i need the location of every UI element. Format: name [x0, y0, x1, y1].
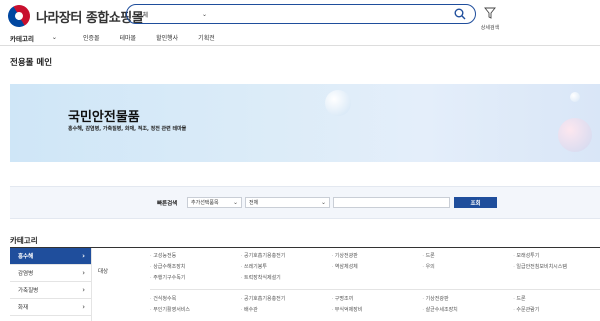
subcategory-link[interactable]: 수문관람기: [513, 306, 600, 313]
site-header: 나라장터 종합쇼핑몰 전체 ⌄ 상세검색: [0, 0, 600, 32]
decorative-bubble: [558, 118, 592, 152]
sidebar-item-more[interactable]: ›: [10, 316, 92, 321]
item-type-value: 추가선택품목: [191, 200, 219, 206]
subcategory-link[interactable]: 우의: [422, 263, 509, 270]
sidebar-item-label: 가축질병: [18, 288, 39, 294]
subcategory-panel: 고성능전등 공기호흡기용충전기 기상전광판 드론 모래성투기 상급수해조장치 쓰…: [150, 252, 600, 313]
search-bar: 전체 ⌄: [126, 4, 476, 24]
sidebar-item-label: 감염병: [18, 271, 34, 277]
nav-link-discount[interactable]: 할인행사: [156, 33, 178, 42]
major-category-label: 대상: [98, 269, 109, 275]
search-input[interactable]: [213, 6, 451, 22]
page-title: 전용몰 메인: [10, 58, 53, 68]
subcategory-link[interactable]: 기상전광판: [332, 252, 419, 259]
subcategory-link[interactable]: 무인기활영서비스: [150, 306, 237, 313]
detail-search-button[interactable]: 상세검색: [478, 4, 502, 31]
quick-search-panel: 빠른검색 추가선택품목 ⌄ 전체 ⌄ 조회: [10, 186, 600, 219]
quick-search-input[interactable]: [333, 197, 450, 208]
sidebar-item-infection[interactable]: 감염병 ›: [10, 265, 92, 282]
sidebar-item-flood[interactable]: 홍수해 ›: [10, 248, 92, 265]
hero-banner: 국민안전물품 홍수해, 감염병, 가축질병, 화재, 적조, 정전 관련 테마몰: [10, 84, 600, 162]
subcategory-link[interactable]: 상급수해조장치: [150, 263, 237, 270]
sidebar-item-label: 화재: [18, 305, 29, 311]
nav-link-certified[interactable]: 인증몰: [83, 33, 100, 42]
subcategory-link[interactable]: 쓰레기봉투: [241, 263, 328, 270]
subcategory-link[interactable]: 건식청수목: [150, 295, 237, 302]
quick-search-button[interactable]: 조회: [454, 197, 497, 208]
subcategory-link[interactable]: 기상전광판: [422, 295, 509, 302]
category-sidebar: 홍수해 › 감염병 › 가축질병 › 화재 › ›: [10, 248, 92, 321]
chevron-down-icon: ⌄: [232, 199, 238, 206]
subcategory-link[interactable]: 일급안전침보비치시스템: [513, 263, 600, 270]
subcategory-group-2: 건식청수목 공기호흡기용충전기 구명조끼 기상전광판 드론 무인기활영서비스 배…: [150, 295, 600, 313]
subcategory-group-1: 고성능전등 공기호흡기용충전기 기상전광판 드론 모래성투기 상급수해조장치 쓰…: [150, 252, 600, 281]
chevron-down-icon: ⌄: [320, 199, 326, 206]
main-nav: 카테고리 ⌄ 인증몰 테마몰 할인행사 기획전: [0, 30, 600, 46]
search-scope-select[interactable]: 전체 ⌄: [137, 10, 207, 19]
decorative-bubble: [570, 92, 580, 102]
subcategory-link[interactable]: 공기호흡기용충전기: [241, 252, 328, 259]
divider: [150, 289, 600, 290]
search-scope-value: 전체: [137, 11, 149, 19]
category-menu-button[interactable]: 카테고리 ⌄: [10, 33, 57, 43]
search-icon: [454, 8, 466, 20]
subcategory-link[interactable]: 역삼체성체: [332, 263, 419, 270]
subcategory-link[interactable]: 모래성투기: [513, 252, 600, 259]
nav-link-theme[interactable]: 테마몰: [120, 33, 137, 42]
subcategory-link[interactable]: 고성능전등: [150, 252, 237, 259]
banner-subtitle: 홍수해, 감염병, 가축질병, 화재, 적조, 정전 관련 테마몰: [68, 126, 187, 132]
scope-select[interactable]: 전체 ⌄: [245, 197, 330, 208]
subcategory-link[interactable]: 부식억제장비: [332, 306, 419, 313]
subcategory-link[interactable]: 배수관: [241, 306, 328, 313]
scope-value: 전체: [249, 200, 259, 206]
sidebar-item-livestock[interactable]: 가축질병 ›: [10, 282, 92, 299]
subcategory-link[interactable]: 공기호흡기용충전기: [241, 295, 328, 302]
divider: [10, 247, 600, 248]
site-logo[interactable]: 나라장터 종합쇼핑몰: [3, 0, 144, 32]
chevron-down-icon: ⌄: [201, 10, 207, 18]
filter-icon: [484, 7, 496, 19]
subcategory-link[interactable]: 드론: [422, 252, 509, 259]
search-button[interactable]: [451, 5, 469, 23]
category-section-title: 카테고리: [10, 236, 38, 245]
sidebar-item-label: 홍수해: [18, 254, 34, 260]
subcategory-link[interactable]: 구명조끼: [332, 295, 419, 302]
chevron-right-icon: ›: [82, 269, 85, 277]
chevron-right-icon: ›: [82, 303, 85, 311]
government-emblem-icon: [3, 0, 35, 32]
nav-link-exhibition[interactable]: 기획전: [198, 33, 215, 42]
subcategory-link[interactable]: 살균수세조장치: [422, 306, 509, 313]
quick-search-label: 빠른검색: [157, 201, 178, 207]
chevron-right-icon: ›: [82, 286, 85, 294]
category-menu-label: 카테고리: [10, 34, 34, 43]
item-type-select[interactable]: 추가선택품목 ⌄: [187, 197, 242, 208]
chevron-down-icon: ⌄: [51, 34, 57, 41]
sidebar-item-fire[interactable]: 화재 ›: [10, 299, 92, 316]
decorative-bubble: [325, 90, 351, 116]
subcategory-link[interactable]: 주행기구수독기: [150, 274, 237, 281]
subcategory-link[interactable]: 트럭장착식제설기: [241, 274, 328, 281]
chevron-right-icon: ›: [82, 252, 85, 260]
banner-title: 국민안전물품: [68, 110, 140, 125]
subcategory-link[interactable]: 드론: [513, 295, 600, 302]
